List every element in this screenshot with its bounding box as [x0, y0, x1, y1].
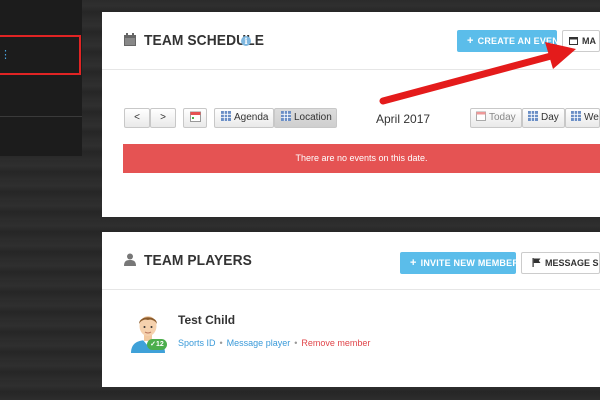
annotation-arrow — [379, 42, 576, 105]
